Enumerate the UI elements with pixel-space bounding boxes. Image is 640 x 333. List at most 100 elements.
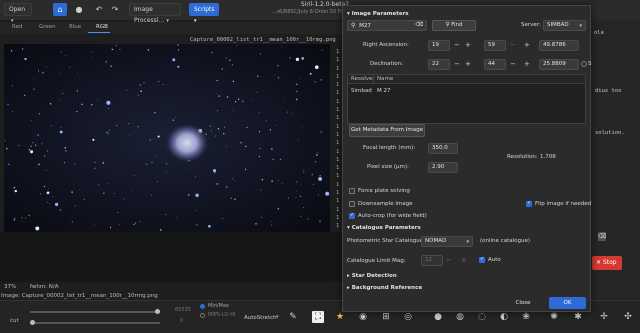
tool-icon[interactable]: ✱ bbox=[572, 311, 584, 323]
find-button[interactable]: ⚲ Find bbox=[432, 20, 476, 31]
clear-search-icon[interactable]: ⌫ bbox=[415, 21, 423, 30]
dec-minutes[interactable]: 44 bbox=[484, 59, 506, 70]
open-button[interactable]: Open ▾ bbox=[4, 3, 32, 24]
star bbox=[151, 194, 153, 196]
dec-seconds[interactable]: 25.8809 bbox=[539, 59, 579, 70]
star bbox=[272, 158, 274, 161]
tool-icon[interactable]: ✣ bbox=[622, 311, 634, 323]
plus-icon[interactable]: + bbox=[465, 40, 471, 50]
star bbox=[302, 207, 305, 209]
photometric-select[interactable]: NOMAD ▾ bbox=[421, 236, 473, 247]
mips-radio[interactable] bbox=[200, 313, 205, 318]
console-tab[interactable]: ole bbox=[594, 30, 604, 36]
tool-icon[interactable]: ◍ bbox=[454, 311, 466, 323]
star bbox=[295, 190, 297, 192]
star bbox=[298, 139, 299, 140]
tab-green[interactable]: Green bbox=[39, 24, 56, 30]
column-header[interactable]: Name bbox=[377, 76, 393, 82]
plus-icon[interactable]: + bbox=[465, 59, 471, 69]
image-viewport[interactable] bbox=[4, 44, 330, 232]
focal-input[interactable]: 350.0 bbox=[428, 143, 458, 154]
table-row[interactable]: M 27 bbox=[377, 88, 391, 94]
high-value[interactable]: 65535 bbox=[175, 307, 191, 313]
redo-icon[interactable]: ↷ bbox=[108, 3, 122, 16]
grid-icon[interactable]: ⊞ bbox=[380, 311, 392, 323]
target-icon[interactable]: ◎ bbox=[402, 311, 414, 323]
plus-icon[interactable]: + bbox=[524, 59, 530, 69]
minmax-radio[interactable] bbox=[200, 304, 205, 309]
downsample-checkbox[interactable] bbox=[349, 201, 355, 207]
color-picker-icon[interactable]: ✎ bbox=[287, 311, 299, 323]
star bbox=[194, 176, 197, 178]
tool-icon[interactable]: ● bbox=[432, 311, 444, 323]
home-icon[interactable]: ⌂ bbox=[53, 3, 67, 16]
low-slider-knob[interactable] bbox=[30, 320, 35, 325]
star bbox=[126, 89, 128, 91]
tool-icon[interactable]: ◌ bbox=[476, 311, 488, 323]
chevron-down-icon[interactable]: ▾ bbox=[276, 314, 279, 320]
tool-icon[interactable]: ❀ bbox=[520, 311, 532, 323]
catalogue-header[interactable]: ▾ Catalogue Parameters bbox=[347, 225, 421, 231]
star bbox=[59, 130, 63, 134]
image-processing-button[interactable]: Image Processi… ▾ bbox=[129, 3, 181, 24]
low-slider[interactable] bbox=[30, 322, 160, 324]
star-icon[interactable]: ★ bbox=[334, 311, 346, 323]
star bbox=[59, 73, 61, 75]
south-toggle[interactable] bbox=[581, 61, 587, 67]
star bbox=[258, 131, 261, 133]
tab-red[interactable]: Red bbox=[12, 24, 22, 30]
high-slider[interactable] bbox=[30, 311, 160, 313]
star bbox=[299, 195, 302, 198]
histogram-icon[interactable]: ⛶ bbox=[312, 311, 324, 323]
star bbox=[30, 145, 32, 148]
dec-degrees[interactable]: 22 bbox=[428, 59, 450, 70]
auto-checkbox[interactable] bbox=[479, 256, 485, 263]
star bbox=[92, 138, 95, 141]
close-button[interactable]: Close bbox=[505, 297, 541, 309]
star-detection-header[interactable]: ▸ Star Detection bbox=[347, 273, 397, 279]
minus-icon[interactable]: − bbox=[454, 59, 460, 69]
minus-icon[interactable]: − bbox=[510, 40, 516, 50]
star bbox=[43, 185, 46, 188]
autocrop-checkbox[interactable] bbox=[349, 212, 355, 219]
star bbox=[265, 120, 267, 122]
minus-icon[interactable]: − bbox=[446, 255, 452, 265]
ok-button[interactable]: OK bbox=[549, 297, 586, 309]
ra-seconds[interactable]: 49.8786 bbox=[539, 40, 579, 51]
stretch-select[interactable]: AutoStretch bbox=[244, 315, 277, 321]
table-row[interactable]: Simbad bbox=[351, 88, 372, 94]
plus-icon[interactable]: + bbox=[461, 255, 467, 265]
low-value[interactable]: 0 bbox=[180, 318, 183, 324]
image-params-header[interactable]: ▾ Image Parameters bbox=[347, 11, 409, 17]
record-icon[interactable]: ● bbox=[72, 3, 86, 16]
clear-icon[interactable]: ⌫ bbox=[598, 232, 606, 241]
high-slider-knob[interactable] bbox=[155, 309, 160, 314]
server-select[interactable]: SIMBAD ▾ bbox=[543, 20, 586, 31]
plus-icon[interactable]: + bbox=[524, 40, 530, 50]
tab-rgb[interactable]: RGB bbox=[96, 24, 108, 30]
flip-checkbox[interactable] bbox=[526, 200, 532, 207]
force-plate-checkbox[interactable] bbox=[349, 188, 355, 194]
ra-hours[interactable]: 19 bbox=[428, 40, 450, 51]
star bbox=[316, 154, 318, 156]
tool-icon[interactable]: ✢ bbox=[598, 311, 610, 323]
star bbox=[261, 178, 264, 181]
minus-icon[interactable]: − bbox=[454, 40, 460, 50]
limit-mag-input[interactable]: 12 bbox=[421, 255, 443, 266]
tab-blue[interactable]: Blue bbox=[69, 24, 81, 30]
get-metadata-button[interactable]: Get Metadata From Image bbox=[349, 124, 425, 137]
undo-icon[interactable]: ↶ bbox=[92, 3, 106, 16]
minus-icon[interactable]: − bbox=[510, 59, 516, 69]
search-input[interactable]: ⚲ M27 ⌫ bbox=[347, 20, 427, 31]
ra-minutes[interactable]: 59 bbox=[484, 40, 506, 51]
tool-icon[interactable]: ◐ bbox=[498, 311, 510, 323]
photometry-icon[interactable]: ◉ bbox=[357, 311, 369, 323]
star bbox=[311, 173, 313, 176]
stop-button[interactable]: ✕ Stop bbox=[592, 256, 622, 270]
tool-icon[interactable]: ✺ bbox=[548, 311, 560, 323]
column-header[interactable]: Resolver bbox=[351, 76, 375, 82]
background-header[interactable]: ▸ Background Reference bbox=[347, 285, 422, 291]
star bbox=[65, 150, 67, 152]
star bbox=[223, 132, 225, 135]
pixel-size-input[interactable]: 2.90 bbox=[428, 162, 458, 173]
